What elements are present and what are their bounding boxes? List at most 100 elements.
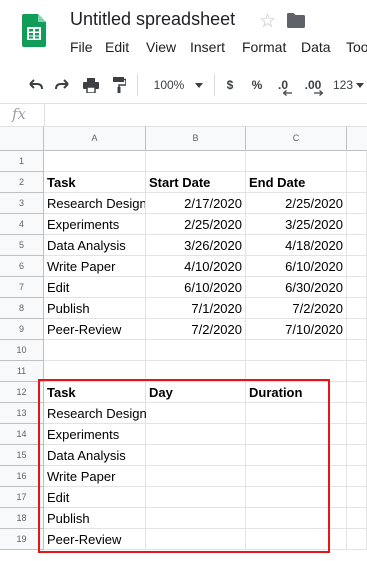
cell-d[interactable]	[347, 382, 367, 403]
cell-d[interactable]	[347, 277, 367, 298]
cell-b[interactable]: 7/1/2020	[146, 298, 246, 319]
cell-c[interactable]: 3/25/2020	[246, 214, 347, 235]
cell-a[interactable]: Publish	[44, 508, 146, 529]
cell-c[interactable]	[246, 424, 347, 445]
row-header[interactable]: 17	[0, 487, 44, 508]
cell-d[interactable]	[347, 256, 367, 277]
menu-format[interactable]: Format	[242, 39, 286, 55]
zoom-select[interactable]: 100%	[150, 76, 188, 94]
cell-c[interactable]	[246, 487, 347, 508]
row-header[interactable]: 11	[0, 361, 44, 382]
formula-bar[interactable]	[0, 103, 367, 127]
row-header[interactable]: 16	[0, 466, 44, 487]
cell-b[interactable]: 2/17/2020	[146, 193, 246, 214]
cell-b[interactable]	[146, 403, 246, 424]
cell-d[interactable]	[347, 487, 367, 508]
cell-b[interactable]	[146, 487, 246, 508]
cell-c[interactable]: 7/2/2020	[246, 298, 347, 319]
cell-c[interactable]	[246, 445, 347, 466]
row-header[interactable]: 1	[0, 151, 44, 172]
cell-b[interactable]	[146, 529, 246, 550]
undo-icon[interactable]	[26, 76, 44, 94]
cell-a[interactable]: Edit	[44, 487, 146, 508]
cell-b[interactable]: 6/10/2020	[146, 277, 246, 298]
row-header[interactable]: 18	[0, 508, 44, 529]
cell-c[interactable]	[246, 466, 347, 487]
folder-icon[interactable]	[287, 13, 305, 28]
cell-d[interactable]	[347, 214, 367, 235]
row-header[interactable]: 6	[0, 256, 44, 277]
cell-d[interactable]	[347, 424, 367, 445]
cell-d[interactable]	[347, 445, 367, 466]
row-header[interactable]: 15	[0, 445, 44, 466]
cell-d[interactable]	[347, 172, 367, 193]
star-icon[interactable]: ☆	[259, 10, 276, 33]
cell-b[interactable]	[146, 340, 246, 361]
cell-b[interactable]	[146, 151, 246, 172]
cell-a[interactable]: Research Design	[44, 403, 147, 424]
cell-c[interactable]: 2/25/2020	[246, 193, 347, 214]
more-formats-button[interactable]: 123	[332, 76, 354, 94]
column-header-a[interactable]: A	[44, 127, 146, 150]
cell-d[interactable]	[347, 193, 367, 214]
cell-d[interactable]	[347, 298, 367, 319]
cell-d[interactable]	[347, 340, 367, 361]
cell-d[interactable]	[347, 151, 367, 172]
menu-data[interactable]: Data	[301, 39, 331, 55]
percent-format-button[interactable]: %	[250, 76, 264, 94]
cell-c[interactable]: End Date	[246, 172, 347, 193]
row-header[interactable]: 9	[0, 319, 44, 340]
row-header[interactable]: 13	[0, 403, 44, 424]
row-header[interactable]: 7	[0, 277, 44, 298]
cell-c[interactable]: Duration	[246, 382, 347, 403]
cell-a[interactable]: Data Analysis	[44, 235, 146, 256]
cell-a[interactable]	[44, 340, 146, 361]
cell-d[interactable]	[347, 403, 367, 424]
chevron-down-icon[interactable]	[355, 76, 365, 94]
cell-c[interactable]: 6/10/2020	[246, 256, 347, 277]
menu-edit[interactable]: Edit	[105, 39, 129, 55]
menu-file[interactable]: File	[70, 39, 93, 55]
cell-d[interactable]	[347, 361, 367, 382]
cell-c[interactable]	[246, 508, 347, 529]
cell-c[interactable]	[246, 529, 347, 550]
cell-a[interactable]: Experiments	[44, 424, 146, 445]
cell-d[interactable]	[347, 235, 367, 256]
cell-a[interactable]: Peer-Review	[44, 319, 146, 340]
currency-format-button[interactable]: $	[223, 76, 237, 94]
select-all-corner[interactable]	[0, 127, 44, 150]
cell-b[interactable]: 7/2/2020	[146, 319, 246, 340]
cell-d[interactable]	[347, 529, 367, 550]
cell-b[interactable]	[146, 466, 246, 487]
cell-a[interactable]: Task	[44, 382, 146, 403]
column-header-c[interactable]: C	[246, 127, 347, 150]
cell-a[interactable]: Data Analysis	[44, 445, 146, 466]
cell-b[interactable]: 4/10/2020	[146, 256, 246, 277]
cell-d[interactable]	[347, 508, 367, 529]
cell-b[interactable]: 2/25/2020	[146, 214, 246, 235]
menu-insert[interactable]: Insert	[190, 39, 225, 55]
print-icon[interactable]	[82, 76, 100, 94]
chevron-down-icon[interactable]	[193, 76, 205, 94]
cell-a[interactable]: Publish	[44, 298, 146, 319]
cell-c[interactable]: 4/18/2020	[246, 235, 347, 256]
row-header[interactable]: 14	[0, 424, 44, 445]
cell-d[interactable]	[347, 466, 367, 487]
cell-a[interactable]: Research Design	[44, 193, 146, 214]
cell-c[interactable]	[246, 361, 347, 382]
cell-b[interactable]: Day	[146, 382, 246, 403]
cell-b[interactable]: 3/26/2020	[146, 235, 246, 256]
cell-b[interactable]	[146, 361, 246, 382]
column-header-b[interactable]: B	[146, 127, 246, 150]
cell-a[interactable]: Write Paper	[44, 466, 146, 487]
menu-view[interactable]: View	[146, 39, 176, 55]
document-title[interactable]: Untitled spreadsheet	[70, 9, 235, 30]
row-header[interactable]: 2	[0, 172, 44, 193]
cell-a[interactable]	[44, 361, 146, 382]
sheets-logo-icon[interactable]	[22, 14, 46, 47]
row-header[interactable]: 4	[0, 214, 44, 235]
cell-a[interactable]: Task	[44, 172, 146, 193]
cell-b[interactable]	[146, 424, 246, 445]
cell-a[interactable]: Write Paper	[44, 256, 146, 277]
cell-c[interactable]	[246, 151, 347, 172]
